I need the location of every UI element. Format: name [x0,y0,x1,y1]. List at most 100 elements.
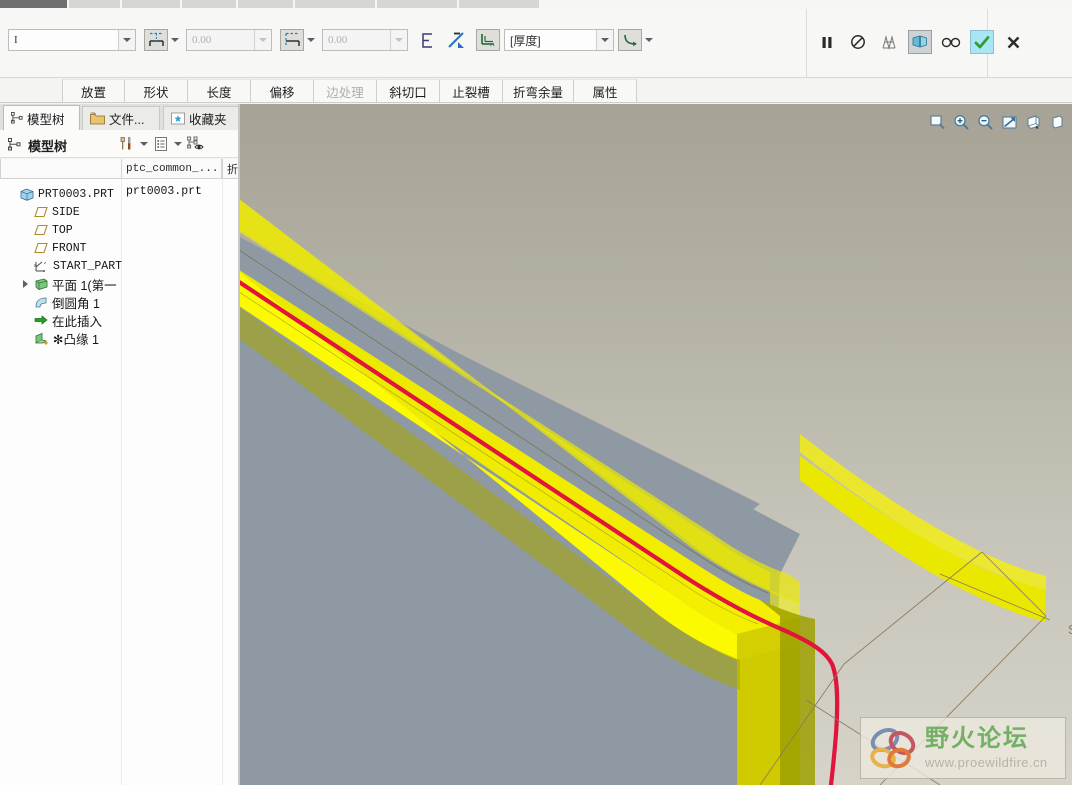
ribbon-tab-0[interactable] [0,0,68,8]
navigator-tab-label: 收藏夹 [189,113,227,127]
navigator-tab-2[interactable]: 收藏夹 [163,106,239,130]
tab-bar-divider [0,102,1072,103]
refit-icon [1001,115,1017,129]
model-tree-body: PRT0003.PRT SIDE TOP FRONT y x z START_PART 平面 1… [0,179,240,785]
ribbon-tab-4[interactable] [238,0,293,8]
navigator-tab-0[interactable]: 模型树 [3,105,80,130]
tab-3[interactable]: 偏移 [251,79,314,102]
flange-profile-select[interactable]: I [8,29,136,51]
depth-side1-button[interactable] [144,29,168,51]
tree-node-0[interactable]: PRT0003.PRT [6,185,114,203]
depth-side1-value-field[interactable]: 0.00 [186,29,272,51]
navigator-tab-1[interactable]: 文件... [82,106,160,130]
model-tree-icon [11,112,23,124]
bend-radius-dropdown[interactable] [642,29,656,51]
depth-side2-value-field[interactable]: 0.00 [322,29,408,51]
tree-node-1[interactable]: SIDE [20,203,80,221]
tab-label: 止裂槽 [452,85,490,100]
ribbon-tab-3[interactable] [182,0,237,8]
depth-side2-value-dropdown[interactable] [390,30,407,50]
tree-settings-dropdown[interactable] [138,134,150,154]
appearance-button[interactable] [1046,111,1068,133]
flange-profile-dropdown-arrow[interactable] [118,30,135,50]
datum-label-side: SIDE [1068,623,1072,637]
bend-radius-button[interactable] [618,29,642,51]
tree-node-3[interactable]: FRONT [20,239,87,257]
accept-button[interactable] [970,30,994,54]
zoom-in-button[interactable] [950,111,972,133]
tree-filter-icon [186,136,204,150]
depth-side2-button[interactable] [280,29,304,51]
tab-5[interactable]: 斜切口 [377,79,440,102]
tree-node-8[interactable]: ✻凸缘 1 [20,329,99,347]
tab-8[interactable]: 属性 [574,79,638,102]
preview-geometry-icon [882,34,896,50]
ribbon-tab-5[interactable] [294,0,375,8]
tree-column-header-label: 折 [227,163,238,176]
zoom-in-icon [953,114,969,130]
ribbon-tab-6[interactable] [376,0,457,8]
tree-column-header-0[interactable]: ptc_common_... [121,159,222,179]
depth-side1-dropdown[interactable] [168,29,182,51]
tree-node-2[interactable]: TOP [20,221,73,239]
tab-0[interactable]: 放置 [62,79,125,102]
round-feature-icon [34,296,48,309]
forum-watermark: 野火论坛 www.proewildfire.cn [860,717,1066,779]
model-tree-icon [8,138,21,151]
ribbon-tab-7[interactable] [458,0,539,8]
tab-label: 斜切口 [389,85,427,100]
model-tree-header: 模型树 [0,130,240,158]
tab-6[interactable]: 止裂槽 [440,79,503,102]
tree-settings-button[interactable] [118,134,136,154]
cancel-x-icon [1007,36,1019,48]
swap-direction-button[interactable] [444,29,468,51]
datum-plane-icon [34,242,48,254]
ribbon-tab-strip[interactable] [0,0,1072,9]
tree-node-6[interactable]: 倒圆角 1 [20,293,100,311]
tree-column-header-name[interactable] [0,159,122,179]
tree-node-7[interactable]: 在此插入 [20,311,102,329]
tree-expander [20,297,30,307]
datum-csys-icon: y xz [34,260,49,273]
thickness-value-field[interactable]: [厚度] [504,29,614,51]
ribbon-tab-1[interactable] [69,0,121,8]
tab-1[interactable]: 形状 [125,79,188,102]
stop-button[interactable] [846,30,870,54]
graphics-viewport[interactable]: SIDE [240,104,1072,785]
tree-node-5[interactable]: 平面 1(第一 [20,275,117,293]
quick-view-button[interactable] [939,30,963,54]
thickness-value-dropdown[interactable] [596,30,613,50]
swap-direction-icon [447,32,464,48]
preview-model-button[interactable] [908,30,932,54]
tree-column-separator-2 [222,179,223,785]
dashboard-tab-bar: 放置 形状 长度 偏移 边处理 斜切口 止裂槽 折弯余量 属性 [0,79,1072,103]
datum-plane-icon [34,206,48,218]
svg-text:x: x [43,268,45,273]
tree-display-dropdown[interactable] [172,134,184,154]
tab-2[interactable]: 长度 [188,79,251,102]
tab-label: 折弯余量 [513,85,564,100]
flip-material-button[interactable] [416,29,440,51]
dashboard-controls: I 0.00 0.00 [厚度] [0,9,806,77]
part-icon [20,188,34,201]
tab-label: 长度 [206,85,232,100]
tree-expander[interactable] [20,279,30,289]
ribbon-tab-2[interactable] [122,0,180,8]
tree-expander [20,315,30,325]
zoom-area-button[interactable] [926,111,948,133]
bend-radius-icon [623,34,637,46]
depth-side1-value-dropdown[interactable] [254,30,271,50]
display-style-button[interactable] [1022,111,1044,133]
tree-node-4[interactable]: y x z START_PART [20,257,122,275]
tab-7[interactable]: 折弯余量 [503,79,575,102]
cancel-button[interactable] [1001,30,1025,54]
preview-geometry-button[interactable] [877,30,901,54]
thickness-side-button[interactable] [476,29,500,51]
quick-view-icon [941,37,961,48]
depth-side2-dropdown[interactable] [304,29,318,51]
refit-button[interactable] [998,111,1020,133]
zoom-out-button[interactable] [974,111,996,133]
pause-button[interactable] [815,30,839,54]
tree-filter-button[interactable] [186,134,204,154]
tree-display-button[interactable] [152,134,170,154]
